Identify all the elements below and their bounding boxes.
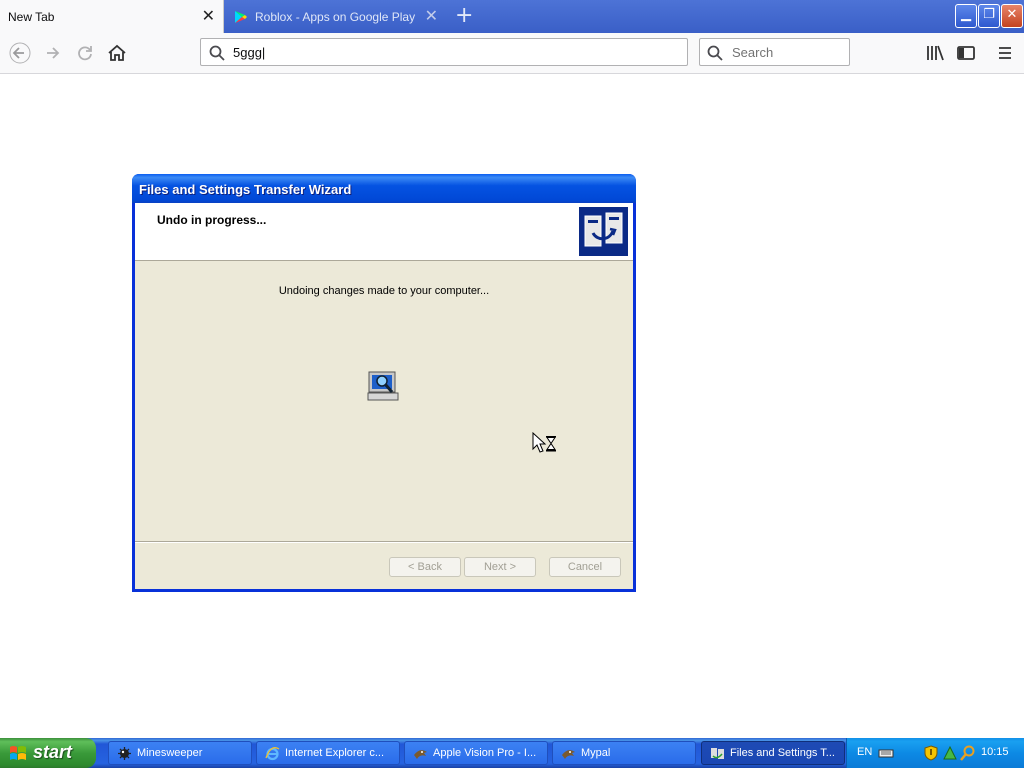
taskbar-item-apple-vision-pro[interactable]: Apple Vision Pro - I... [404, 741, 548, 765]
taskbar-item-files-settings-wizard[interactable]: Files and Settings T... [701, 741, 845, 765]
minimize-button[interactable]: ▁ [955, 4, 977, 28]
search-bar[interactable]: Search [699, 38, 850, 66]
search-tray-icon[interactable] [960, 745, 976, 761]
close-tab-icon[interactable]: ✕ [425, 7, 438, 25]
taskbar-item-internet-explorer[interactable]: Internet Explorer c... [256, 741, 400, 765]
minesweeper-icon [118, 747, 131, 760]
taskbar: start Minesweeper Internet Explorer c...… [0, 738, 1024, 768]
network-status-icon[interactable] [942, 745, 958, 761]
home-icon[interactable] [106, 42, 128, 64]
sidebar-icon[interactable] [955, 42, 977, 64]
transfer-wizard-logo-icon [579, 207, 628, 256]
back-button[interactable]: < Back [389, 557, 461, 577]
search-placeholder: Search [732, 45, 774, 60]
keyboard-icon[interactable] [878, 745, 894, 761]
computer-search-icon [367, 371, 399, 401]
back-icon[interactable] [9, 42, 31, 64]
task-label: Minesweeper [137, 747, 203, 759]
cancel-button[interactable]: Cancel [549, 557, 621, 577]
mypal-browser-icon [562, 750, 575, 759]
task-label: Internet Explorer c... [285, 747, 385, 759]
clock: 10:15 [981, 746, 1009, 758]
new-tab-plus-icon[interactable]: + [455, 5, 473, 27]
next-button[interactable]: Next > [464, 557, 536, 577]
wizard-heading: Undo in progress... [157, 213, 267, 227]
task-label: Apple Vision Pro - I... [433, 747, 537, 759]
transfer-wizard-icon [711, 748, 724, 759]
browser-tab-bar: New Tab ✕ Roblox - Apps on Google Play ✕… [0, 0, 1024, 33]
reload-icon[interactable] [74, 42, 96, 64]
wizard-body: Undo in progress... Undoing changes made… [135, 203, 633, 589]
wizard-status-message: Undoing changes made to your computer... [278, 285, 490, 297]
wizard-title: Files and Settings Transfer Wizard [139, 182, 352, 197]
internet-explorer-icon [265, 747, 280, 761]
mypal-browser-icon [414, 750, 427, 759]
taskbar-item-minesweeper[interactable]: Minesweeper [108, 741, 252, 765]
wizard-title-bar[interactable]: Files and Settings Transfer Wizard [132, 174, 636, 203]
taskbar-item-mypal[interactable]: Mypal [552, 741, 696, 765]
search-icon [707, 45, 723, 61]
busy-cursor-icon [532, 432, 556, 453]
task-label: Files and Settings T... [730, 747, 835, 759]
system-tray: EN 10:15 [846, 738, 1024, 768]
menu-icon[interactable] [994, 42, 1016, 64]
tab-title: Roblox - Apps on Google Play [255, 10, 416, 24]
url-bar[interactable]: 5ggg| [200, 38, 688, 66]
navigation-toolbar: 5ggg| Search [0, 33, 1024, 74]
google-play-icon [235, 11, 247, 23]
close-tab-icon[interactable]: ✕ [202, 7, 215, 25]
close-window-button[interactable]: ✕ [1001, 4, 1023, 28]
windows-flag-icon [10, 746, 26, 760]
forward-icon[interactable] [42, 42, 64, 64]
library-icon[interactable] [924, 42, 946, 64]
language-indicator[interactable]: EN [857, 746, 872, 758]
security-shield-icon[interactable] [923, 745, 939, 761]
restore-button[interactable]: ❐ [978, 4, 1000, 28]
task-label: Mypal [581, 747, 611, 759]
url-input-value[interactable]: 5ggg| [233, 45, 265, 60]
start-label: start [33, 742, 73, 762]
start-button[interactable]: start [0, 738, 96, 768]
tab-title: New Tab [8, 10, 55, 24]
wizard-separator [135, 541, 633, 543]
search-icon [209, 45, 225, 61]
tab-roblox[interactable]: Roblox - Apps on Google Play ✕ [226, 0, 448, 33]
transfer-wizard-window: Files and Settings Transfer Wizard Undo … [132, 174, 636, 592]
wizard-header: Undo in progress... [135, 203, 633, 261]
tab-new-tab[interactable]: New Tab ✕ [0, 0, 224, 33]
